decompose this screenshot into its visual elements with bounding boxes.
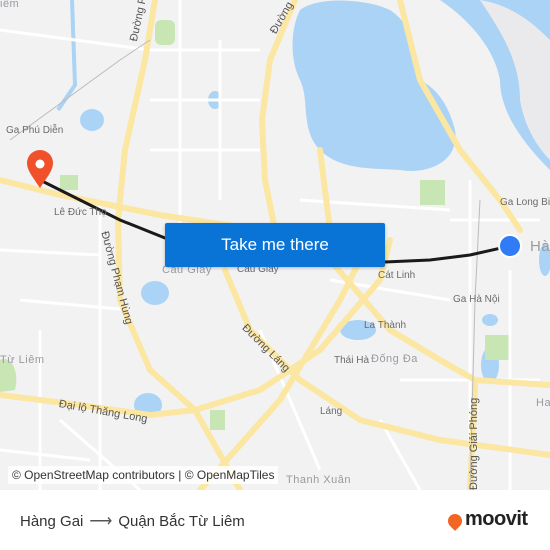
map-label-giai-phong: Đường Giải Phóng (468, 397, 480, 490)
west-lake (292, 0, 456, 171)
map-label-district-ha-noi: Hà (530, 238, 550, 255)
moovit-pin-icon (445, 510, 465, 531)
take-me-there-button[interactable]: Take me there (165, 223, 385, 267)
map-label-la-thanh: La Thành (364, 320, 407, 331)
map-label-district-tu-liem: Từ Liêm (0, 354, 45, 366)
route-destination: Quận Bắc Từ Liêm (118, 512, 245, 530)
map-label-ga-ha-noi: Ga Hà Nội (453, 294, 500, 305)
route-origin: Hàng Gai (20, 512, 84, 530)
map[interactable]: Đường Phạm V Đường Ga Phú Diễn Lê Đức Th… (0, 0, 550, 490)
moovit-logo[interactable]: moovit (445, 508, 528, 531)
footer: Hàng Gai ⟶ Quận Bắc Từ Liêm moovit (0, 490, 550, 550)
map-label-district-dong-da: Đống Đa (371, 353, 418, 365)
moovit-wordmark: moovit (465, 508, 528, 530)
map-label-district-thanh-xuan: Thanh Xuân (286, 474, 351, 486)
route-summary: Hàng Gai ⟶ Quận Bắc Từ Liêm (20, 511, 245, 531)
map-label-lang: Láng (320, 406, 343, 417)
map-label-ga-phu-dien: Ga Phú Diễn (6, 125, 64, 136)
map-attribution[interactable]: © OpenStreetMap contributors | © OpenMap… (8, 466, 279, 484)
arrow-right-icon: ⟶ (89, 513, 113, 530)
map-label-cat-linh: Cát Linh (378, 270, 416, 281)
map-label-ha-right: Ha (536, 397, 550, 409)
destination-pin (27, 150, 53, 188)
origin-pin (498, 234, 522, 258)
map-label-thai-ha: Thái Hà (334, 355, 370, 366)
map-label-ga-long-bien: Ga Long Biên (500, 197, 550, 208)
map-label-le-duc-tho: Lê Đức Thọ (54, 207, 107, 218)
map-label-tiem: iêm (0, 0, 20, 10)
